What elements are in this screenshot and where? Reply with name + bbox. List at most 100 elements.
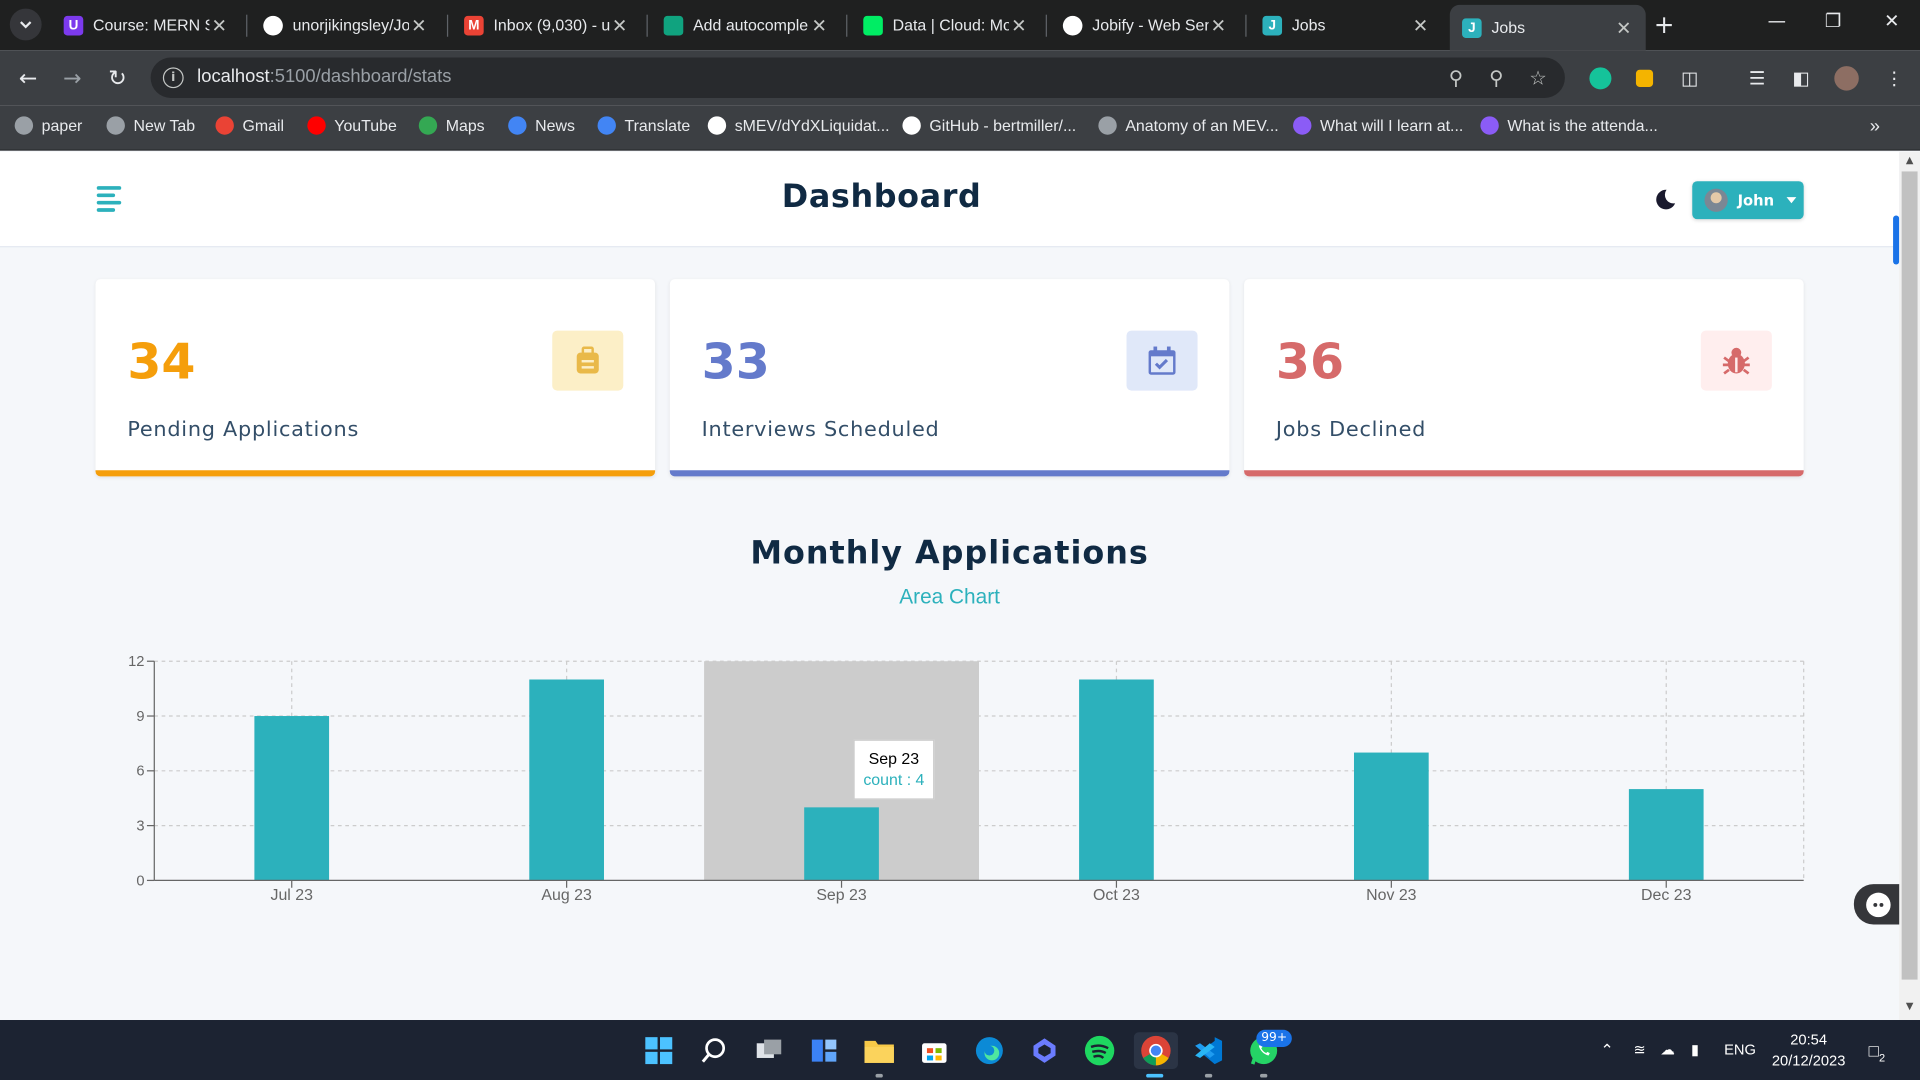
tab-close-icon[interactable]: ✕ — [809, 14, 829, 36]
tab-7[interactable]: J Jobs ✕ — [1250, 5, 1442, 45]
taskbar-clock[interactable]: 20:54 20/12/2023 — [1772, 1030, 1846, 1072]
tab-2[interactable]: unorjikingsley/Jo ✕ — [251, 5, 441, 45]
tab-close-icon[interactable]: ✕ — [1009, 14, 1029, 36]
new-tab-button[interactable]: + — [1649, 10, 1678, 39]
edge-icon[interactable] — [971, 1032, 1008, 1069]
scroll-down-arrow-icon[interactable]: ▼ — [1899, 1000, 1920, 1017]
bookmarks-overflow-icon[interactable]: » — [1870, 116, 1880, 137]
address-bar[interactable]: i localhost:5100/dashboard/stats ⚲ ⚲ ☆ — [150, 57, 1565, 98]
tab-separator — [1045, 14, 1047, 37]
start-icon[interactable] — [640, 1032, 677, 1069]
whatsapp-badge: 99+ — [1256, 1029, 1292, 1047]
bar — [529, 679, 604, 881]
profile-avatar[interactable] — [1834, 66, 1859, 91]
bot-icon — [1866, 892, 1891, 917]
language-indicator[interactable]: ENG — [1724, 1041, 1756, 1058]
bar — [1353, 752, 1429, 881]
bookmark-item[interactable]: New Tab — [106, 116, 195, 135]
tab-close-icon[interactable]: ✕ — [209, 14, 229, 36]
bookmark-item[interactable]: Maps — [418, 116, 485, 135]
bookmark-label: Maps — [445, 116, 485, 135]
tab-close-icon[interactable]: ✕ — [1614, 17, 1634, 39]
tab-1[interactable]: U Course: MERN St ✕ — [51, 5, 241, 45]
chart-tooltip: Sep 23 count : 4 — [853, 739, 935, 800]
reload-icon[interactable]: ↻ — [102, 62, 134, 94]
chevron-up-icon[interactable]: ⌃ — [1600, 1041, 1613, 1061]
bookmark-item[interactable]: Gmail — [215, 116, 284, 135]
youtube-icon — [307, 116, 326, 135]
bookmark-item[interactable]: GitHub - bertmiller/... — [902, 116, 1076, 135]
bookmark-label: Anatomy of an MEV... — [1125, 116, 1279, 135]
forward-arrow-icon[interactable]: → — [56, 62, 88, 94]
tab-favicon-icon: U — [63, 15, 84, 35]
tab-5[interactable]: Data | Cloud: Mo ✕ — [851, 5, 1041, 45]
bookmark-item[interactable]: sMEV/dYdXLiquidat... — [707, 116, 890, 135]
bookmark-item[interactable]: paper — [14, 116, 83, 135]
more-menu-icon[interactable]: ⋮ — [1882, 66, 1906, 90]
onedrive-icon[interactable]: ☁ — [1660, 1041, 1675, 1058]
close-window-icon[interactable]: ✕ — [1873, 10, 1910, 32]
bookmark-label: sMEV/dYdXLiquidat... — [734, 116, 890, 135]
scrollbar-thumb[interactable] — [1901, 171, 1918, 980]
bookmark-item[interactable]: Anatomy of an MEV... — [1098, 116, 1279, 135]
x-tick-label: Oct 23 — [1093, 887, 1140, 904]
y-tick-label: 6 — [136, 764, 144, 780]
chrome-icon[interactable] — [1133, 1032, 1178, 1069]
store-icon[interactable] — [916, 1032, 953, 1069]
tab-4[interactable]: Add autocomple ✕ — [651, 5, 841, 45]
copilot-icon[interactable] — [1026, 1032, 1063, 1069]
wifi-icon[interactable]: ≊ — [1633, 1041, 1645, 1058]
bookmark-label: paper — [41, 116, 83, 135]
battery-icon[interactable]: ▮ — [1691, 1041, 1699, 1058]
zoom-icon[interactable]: ⚲ — [1484, 66, 1508, 89]
spotify-icon[interactable] — [1081, 1032, 1118, 1069]
bookmark-label: YouTube — [334, 116, 397, 135]
tab-title: unorjikingsley/Jo — [292, 15, 409, 35]
bookmark-item[interactable]: News — [508, 116, 575, 135]
extension-icon[interactable] — [1632, 66, 1656, 90]
bar — [254, 716, 330, 881]
search-icon[interactable] — [696, 1032, 733, 1069]
tab-8[interactable]: J Jobs ✕ — [1449, 4, 1646, 51]
bookmark-item[interactable]: What is the attenda... — [1480, 116, 1658, 135]
site-info-icon[interactable]: i — [162, 67, 184, 89]
puzzle-icon[interactable]: ◫ — [1678, 66, 1702, 90]
url-text[interactable]: localhost:5100/dashboard/stats — [197, 66, 451, 87]
tab-close-icon[interactable]: ✕ — [1209, 14, 1229, 36]
tab-6[interactable]: Jobify - Web Ser ✕ — [1051, 5, 1241, 45]
tab-close-icon[interactable]: ✕ — [409, 14, 429, 36]
bookmark-item[interactable]: Translate — [597, 116, 690, 135]
bookmark-star-icon[interactable]: ☆ — [1526, 66, 1550, 89]
key-icon[interactable]: ⚲ — [1444, 66, 1468, 89]
chevron-down-icon — [20, 21, 32, 29]
grammarly-icon[interactable] — [1588, 66, 1612, 90]
bar — [1628, 789, 1704, 881]
bookmark-item[interactable]: YouTube — [307, 116, 397, 135]
side-panel-icon[interactable]: ◧ — [1789, 66, 1813, 90]
translate-icon — [597, 116, 616, 135]
tab-close-icon[interactable]: ✕ — [610, 14, 630, 36]
tab-title: Inbox (9,030) - ur — [493, 15, 610, 35]
minimize-icon[interactable]: — — [1758, 10, 1795, 32]
file-explorer-icon[interactable] — [861, 1032, 898, 1069]
url-path: :5100/dashboard/stats — [269, 66, 452, 87]
vscode-icon[interactable] — [1190, 1032, 1227, 1069]
bookmark-item[interactable]: What will I learn at... — [1293, 116, 1463, 135]
scroll-up-arrow-icon[interactable]: ▲ — [1899, 154, 1920, 171]
restore-icon[interactable]: ❐ — [1815, 10, 1852, 32]
media-icon[interactable]: ☰ — [1745, 66, 1769, 90]
tab-close-icon[interactable]: ✕ — [1411, 14, 1431, 36]
tab-3[interactable]: M Inbox (9,030) - ur ✕ — [452, 5, 642, 45]
tab-favicon-icon: J — [1462, 17, 1482, 38]
tab-search-button[interactable] — [9, 8, 42, 41]
task-view-icon[interactable] — [751, 1032, 788, 1069]
widgets-icon[interactable] — [806, 1032, 843, 1069]
chatgpt-icon — [663, 15, 684, 35]
bookmark-label: News — [535, 116, 575, 135]
floating-helper-button[interactable] — [1853, 884, 1903, 925]
bookmarks-bar: paper New Tab Gmail YouTube Maps News Translat… — [0, 105, 1920, 151]
back-arrow-icon[interactable]: ← — [12, 62, 44, 94]
notification-icon[interactable]: □2 — [1869, 1041, 1886, 1064]
x-tick-label: Jul 23 — [271, 887, 314, 904]
tab-title: Course: MERN St — [93, 15, 210, 35]
